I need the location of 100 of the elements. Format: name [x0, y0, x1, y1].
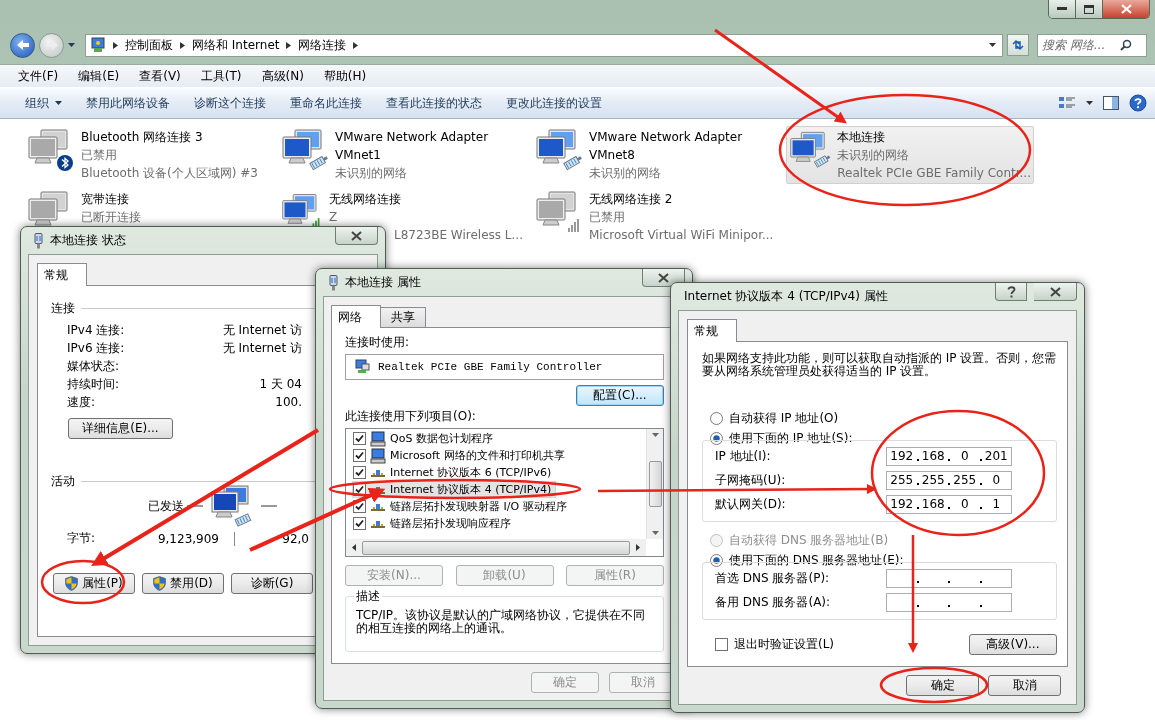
scroll-left-icon[interactable] — [352, 544, 356, 551]
horizontal-scrollbar[interactable] — [346, 539, 646, 556]
dialog-title: 本地连接 状态 — [50, 232, 126, 249]
view-options-icon[interactable] — [1058, 96, 1076, 110]
list-item[interactable]: 链路层拓扑发现映射器 I/O 驱动程序 — [352, 498, 572, 515]
refresh-icon — [1011, 39, 1025, 51]
field-label: 持续时间: — [67, 376, 121, 392]
network-computers-icon — [281, 128, 329, 172]
connection-status: Z — [329, 209, 339, 226]
chevron-icon — [286, 41, 292, 49]
bytes-label: 字节: — [67, 530, 97, 547]
list-item-label: QoS 数据包计划程序 — [390, 431, 493, 446]
search-input[interactable]: 搜索 网络... — [1042, 38, 1120, 52]
group-label: 描述 — [354, 589, 382, 604]
menu-item[interactable]: 帮助(H) — [313, 67, 377, 85]
advanced-button[interactable]: 高级(V)... — [969, 634, 1057, 655]
close-button[interactable] — [1034, 283, 1077, 301]
connection-name: 无线网络连接 — [329, 191, 402, 208]
device-name: Bluetooth 设备(个人区域网) #3 — [81, 165, 258, 182]
dialog-button[interactable]: 诊断(G) — [231, 573, 313, 594]
back-arrow-icon — [15, 39, 30, 51]
menu-item[interactable]: 文件(F) — [8, 67, 69, 85]
menu-item[interactable]: 工具(T) — [190, 67, 252, 85]
computer-icon — [370, 430, 386, 447]
connection-item[interactable]: VMware Network Adapter VMnet1 未识别的网络 — [278, 126, 526, 184]
toolbar-button[interactable]: 重命名此连接 — [281, 91, 371, 115]
checkbox[interactable] — [353, 517, 366, 530]
menu-item[interactable]: 高级(N) — [251, 67, 314, 85]
network-adapter-icon — [34, 232, 43, 249]
tab[interactable]: 共享 — [380, 307, 426, 327]
field-value: 无 Internet 访 — [221, 322, 302, 338]
checkbox[interactable] — [715, 638, 728, 651]
close-button[interactable] — [642, 269, 685, 287]
breadcrumb-item[interactable]: 控制面板 — [125, 36, 173, 54]
organize-button[interactable]: 组织 — [16, 91, 71, 115]
ip-address-field[interactable] — [886, 568, 1012, 588]
connection-name: 本地连接 — [837, 129, 887, 146]
radio-button[interactable] — [710, 411, 723, 425]
close-icon — [658, 272, 669, 283]
device-name: Microsoft Virtual WiFi Minipor... — [589, 227, 774, 244]
configure-button[interactable]: 配置(C)... — [576, 385, 664, 406]
minimize-icon — [1057, 7, 1067, 11]
close-icon — [1049, 286, 1061, 297]
connection-name: VMware Network Adapter VMnet8 — [589, 129, 744, 164]
list-item-label: Internet 协议版本 4 (TCP/IPv4) — [390, 482, 552, 497]
help-button[interactable] — [995, 283, 1027, 301]
dialog-button[interactable]: 确定 — [906, 675, 979, 696]
preview-pane-icon[interactable] — [1103, 96, 1119, 110]
dialog-button[interactable]: 取消 — [988, 675, 1061, 696]
close-button[interactable] — [335, 227, 378, 245]
ip-address-field[interactable]: 255 255 255 0 — [886, 470, 1012, 490]
field-label: 默认网关(D): — [715, 495, 786, 513]
list-item[interactable]: Internet 协议版本 6 (TCP/IPv6) — [352, 464, 557, 481]
computer-disabled-icon — [27, 128, 75, 172]
maximize-icon — [1084, 4, 1094, 14]
list-item[interactable]: QoS 数据包计划程序 — [352, 430, 498, 447]
forward-arrow-icon — [44, 39, 59, 51]
tab[interactable]: 常规 — [37, 263, 87, 286]
ip-address-field[interactable] — [886, 592, 1012, 612]
caret-icon — [651, 433, 659, 437]
dialog-button[interactable]: 属性(P) — [53, 573, 135, 594]
address-bar[interactable]: 控制面板 网络和 Internet 网络连接 — [85, 33, 1003, 57]
chevron-icon — [113, 41, 118, 49]
protocol-icon — [371, 468, 385, 477]
close-icon — [1120, 4, 1132, 14]
ip-address-field[interactable]: 192 168 0 1 — [886, 494, 1012, 514]
shield-icon — [153, 576, 167, 591]
back-button[interactable] — [10, 32, 35, 58]
breadcrumb-item[interactable]: 网络和 Internet — [192, 36, 280, 54]
list-item[interactable]: Microsoft 网络的文件和打印机共享 — [352, 447, 570, 464]
tab[interactable]: 常规 — [687, 319, 737, 342]
minimize-button[interactable] — [1049, 0, 1076, 18]
details-button[interactable]: 详细信息(E)... — [68, 418, 173, 439]
search-field[interactable]: 搜索 网络... — [1037, 33, 1147, 57]
dialog-button[interactable]: 禁用(D) — [142, 573, 224, 594]
connection-item[interactable]: VMware Network Adapter VMnet8 未识别的网络 — [532, 126, 780, 184]
bytes-sent: 9,123,909 — [156, 531, 219, 546]
refresh-button[interactable] — [1007, 34, 1029, 56]
scroll-right-icon[interactable] — [636, 544, 640, 551]
toolbar-button[interactable]: 诊断这个连接 — [185, 91, 275, 115]
ip-address-field[interactable]: 192 168 0 201 — [886, 446, 1012, 466]
menu-item[interactable]: 编辑(E) — [68, 67, 130, 85]
menu-item[interactable]: 查看(V) — [129, 67, 191, 85]
breadcrumb-item[interactable]: 网络连接 — [298, 36, 347, 54]
list-item-label: Internet 协议版本 6 (TCP/IPv6) — [390, 465, 552, 480]
toolbar-button[interactable]: 查看此连接的状态 — [377, 91, 491, 115]
toolbar-button[interactable]: 更改此连接的设置 — [497, 91, 611, 115]
vertical-scrollbar[interactable] — [646, 429, 663, 539]
checkbox[interactable] — [353, 432, 366, 445]
checkbox[interactable] — [353, 449, 366, 462]
checkbox[interactable] — [353, 466, 366, 479]
device-name: L8723BE Wireless L... — [394, 227, 523, 244]
maximize-button[interactable] — [1076, 0, 1103, 18]
tab[interactable]: 网络 — [331, 305, 381, 328]
help-icon[interactable] — [1129, 94, 1147, 112]
field-label: 备用 DNS 服务器(A): — [715, 593, 831, 611]
close-button[interactable] — [1103, 0, 1149, 18]
list-item[interactable]: 链路层拓扑发现响应程序 — [352, 515, 516, 532]
toolbar-button[interactable]: 禁用此网络设备 — [77, 91, 179, 115]
field-label: 子网掩码(U): — [715, 471, 786, 489]
